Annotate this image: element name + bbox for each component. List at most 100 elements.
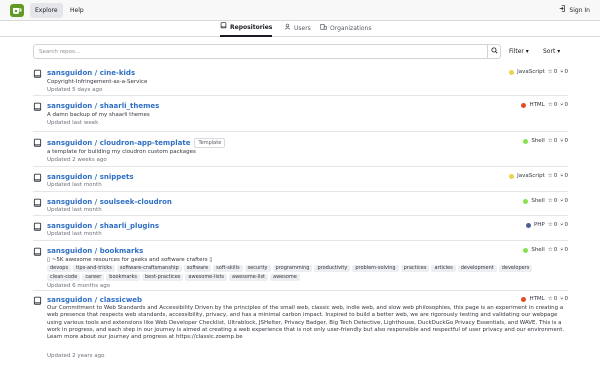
list-item: sansguidon / classicweb Our Commitment t… [33,291,568,366]
repo-link[interactable]: sansguidon / shaarli_themes [47,102,159,110]
repo-name: soulseek-cloudron [99,198,172,206]
stars-count[interactable]: ☆ 0 [548,198,557,204]
topic-chip[interactable]: career [82,274,105,281]
language-color-dot [521,102,527,108]
nav-explore-link[interactable]: Explore [30,3,63,18]
repo-link[interactable]: sansguidon / shaarli_plugins [47,222,159,230]
sign-in-link[interactable]: Sign In [559,3,590,18]
repo-owner: sansguidon [47,102,93,110]
repo-language: Shell [531,247,545,253]
repo-owner: sansguidon [47,222,93,230]
repo-name: classicweb [99,296,143,304]
stars-count[interactable]: ☆ 0 [548,173,557,179]
repo-description: Our Commitment to Web Standards and Acce… [47,305,565,341]
topic-chip[interactable]: security [244,265,271,272]
stars-count[interactable]: ☆ 0 [548,296,557,302]
language-color-dot [509,173,515,179]
topic-chip[interactable]: tips-and-tricks [73,265,115,272]
stars-count[interactable]: ☆ 0 [548,138,557,144]
repo-icon [33,102,42,114]
repo-name: bookmarks [99,247,144,255]
forks-count[interactable]: ⑂ 0 [560,138,568,144]
nav-help-link[interactable]: Help [70,3,84,18]
person-icon [284,21,291,37]
tab-users[interactable]: Users [284,21,311,37]
repo-link[interactable]: sansguidon / snippets [47,173,134,181]
repo-language: Shell [531,198,545,204]
topic-chip[interactable]: practices [400,265,430,272]
repo-meta: Shell ☆ 0 ⑂ 0 [523,138,568,144]
sort-dropdown[interactable]: Sort ▾ [543,44,560,59]
language-color-dot [525,222,531,228]
topic-chip[interactable]: developers [498,265,533,272]
topic-chip[interactable]: soft-skills [213,265,243,272]
forks-count[interactable]: ⑂ 0 [560,198,568,204]
stars-count[interactable]: ☆ 0 [548,222,557,228]
repo-owner: sansguidon [47,139,93,147]
repo-meta: JavaScript ☆ 0 ⑂ 0 [509,69,568,75]
repo-language: JavaScript [517,173,545,179]
forks-count[interactable]: ⑂ 0 [560,296,568,302]
topic-chip[interactable]: devops [47,265,72,272]
topic-chip[interactable]: best-practices [141,274,184,281]
repo-owner: sansguidon [47,69,93,77]
topic-chip[interactable]: problem-solving [352,265,399,272]
repo-icon [33,222,42,234]
list-item: sansguidon / cloudron-app-template Templa… [33,132,568,167]
topic-chip[interactable]: development [457,265,497,272]
sign-in-icon [559,3,566,18]
repo-link[interactable]: sansguidon / classicweb [47,296,142,304]
topic-chip[interactable]: productivity [314,265,351,272]
repo-language: JavaScript [517,69,545,75]
topic-chip[interactable]: software [183,265,212,272]
topic-chip[interactable]: articles [431,265,456,272]
tab-repositories[interactable]: Repositories [220,21,273,37]
repo-language: HTML [529,102,545,108]
topic-chip[interactable]: software-craftsmanship [116,265,182,272]
search-button[interactable] [487,45,500,58]
stars-count[interactable]: ☆ 0 [548,247,557,253]
filter-dropdown[interactable]: Filter ▾ [509,44,529,59]
search-icon [490,47,498,56]
forks-count[interactable]: ⑂ 0 [560,69,568,75]
list-item: sansguidon / bookmarks ▯ ~5K awesome res… [33,241,568,291]
list-item: sansguidon / shaarli_plugins Updated las… [33,216,568,241]
repo-meta: HTML ☆ 0 ⑂ 0 [521,102,568,108]
topic-chip[interactable]: awesome-list [229,274,269,281]
forks-count[interactable]: ⑂ 0 [560,222,568,228]
repo-link[interactable]: sansguidon / cine-kids [47,69,135,77]
forks-count[interactable]: ⑂ 0 [560,247,568,253]
repo-updated: Updated last month [47,207,102,213]
search-bar [33,44,501,59]
repo-language: PHP [533,222,545,228]
topic-chip[interactable]: clean-code [47,274,81,281]
chevron-down-icon: ▾ [557,48,561,55]
topic-chip[interactable]: awesome [270,274,300,281]
stars-count[interactable]: ☆ 0 [548,69,557,75]
repo-icon [33,173,42,185]
forks-count[interactable]: ⑂ 0 [560,102,568,108]
language-color-dot [523,138,529,144]
search-input[interactable] [34,45,488,58]
repo-link[interactable]: sansguidon / soulseek-cloudron [47,198,172,206]
repo-meta: PHP ☆ 0 ⑂ 0 [525,222,568,228]
language-color-dot [509,69,515,75]
stars-count[interactable]: ☆ 0 [548,102,557,108]
repo-icon [33,296,42,308]
repo-meta: Shell ☆ 0 ⑂ 0 [523,198,568,204]
repo-name: cine-kids [99,69,136,77]
repo-updated: Updated last month [47,182,102,188]
topic-chip[interactable]: programming [272,265,313,272]
tab-organizations[interactable]: Organizations [320,21,371,37]
topic-list: devops tips-and-tricks software-craftsmans… [47,265,567,281]
explore-tabs: Repositories Users Organizations [0,21,600,37]
repo-updated: Updated 6 months ago [47,283,111,289]
repo-owner: sansguidon [47,247,93,255]
topic-chip[interactable]: awesome-lists [185,274,228,281]
topic-chip[interactable]: bookmarks [106,274,140,281]
gitea-logo-icon[interactable] [10,4,24,17]
repo-link[interactable]: sansguidon / bookmarks [47,247,143,255]
repo-link[interactable]: sansguidon / cloudron-app-template Templa… [47,138,226,148]
forks-count[interactable]: ⑂ 0 [560,173,568,179]
filter-label: Filter [509,48,524,55]
